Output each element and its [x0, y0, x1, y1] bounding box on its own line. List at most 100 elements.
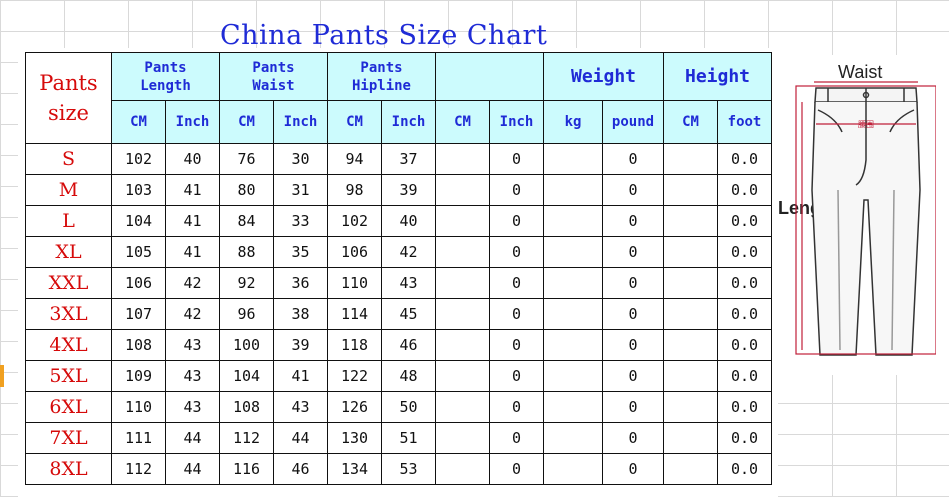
group-header-line1: Pants — [252, 59, 295, 76]
table-cell: 98 — [327, 174, 382, 206]
table-cell: 44 — [165, 422, 220, 454]
table-cell: 0 — [489, 205, 544, 237]
table-cell: 40 — [381, 205, 436, 237]
table-cell: 43 — [381, 267, 436, 299]
table-cell: 114 — [327, 298, 382, 330]
table-row: 8XL 112 44 116 46 134 53 0 0 0.0 — [25, 453, 772, 485]
table-cell: 84 — [219, 205, 274, 237]
table-cell: 0 — [489, 267, 544, 299]
table-cell — [543, 236, 603, 268]
group-header-line2: Hipline — [351, 77, 411, 94]
table-cell: 0 — [602, 267, 664, 299]
size-cell: XL — [25, 236, 112, 268]
table-row: 6XL 110 43 108 43 126 50 0 0 0.0 — [25, 391, 772, 423]
group-header-pants-hipline: Pants Hipline — [327, 52, 436, 101]
table-cell — [435, 391, 490, 423]
table-cell: 122 — [327, 360, 382, 392]
size-chart-table: Pants size Pants Length Pants Waist Pant… — [25, 52, 772, 485]
table-cell: 0 — [489, 143, 544, 175]
table-cell: 39 — [381, 174, 436, 206]
group-header-blank — [435, 52, 544, 101]
table-cell: 42 — [165, 298, 220, 330]
unit-header: CM — [219, 100, 274, 144]
table-cell — [543, 205, 603, 237]
table-cell — [663, 143, 718, 175]
table-cell: 36 — [273, 267, 328, 299]
table-cell: 0.0 — [717, 391, 772, 423]
table-cell: 0 — [489, 329, 544, 361]
table-row: 7XL 111 44 112 44 130 51 0 0 0.0 — [25, 422, 772, 454]
table-cell: 118 — [327, 329, 382, 361]
table-cell: 41 — [273, 360, 328, 392]
table-cell: 43 — [165, 391, 220, 423]
unit-header: CM — [327, 100, 382, 144]
table-cell: 35 — [273, 236, 328, 268]
table-cell: 0.0 — [717, 298, 772, 330]
table-cell — [435, 236, 490, 268]
group-header-pants-waist: Pants Waist — [219, 52, 328, 101]
size-cell: S — [25, 143, 112, 175]
table-cell: 126 — [327, 391, 382, 423]
table-cell: 104 — [111, 205, 166, 237]
unit-header: kg — [543, 100, 603, 144]
table-cell: 43 — [273, 391, 328, 423]
table-cell: 0.0 — [717, 205, 772, 237]
size-cell: L — [25, 205, 112, 237]
table-cell — [663, 422, 718, 454]
table-cell: 43 — [165, 329, 220, 361]
table-cell: 130 — [327, 422, 382, 454]
table-cell: 116 — [219, 453, 274, 485]
table-cell: 0.0 — [717, 329, 772, 361]
table-cell — [435, 422, 490, 454]
table-cell — [543, 174, 603, 206]
table-cell: 0 — [602, 298, 664, 330]
table-cell: 92 — [219, 267, 274, 299]
table-cell: 41 — [165, 174, 220, 206]
table-cell: 0 — [602, 453, 664, 485]
table-cell: 112 — [219, 422, 274, 454]
table-cell — [663, 360, 718, 392]
table-cell: 102 — [327, 205, 382, 237]
table-cell: 46 — [381, 329, 436, 361]
table-cell — [435, 453, 490, 485]
table-cell — [663, 236, 718, 268]
group-header-pants-length: Pants Length — [111, 52, 220, 101]
table-cell: 0 — [602, 329, 664, 361]
group-header-line1: Pants — [360, 59, 403, 76]
table-row: L 104 41 84 33 102 40 0 0 0.0 — [25, 205, 772, 237]
table-cell — [435, 174, 490, 206]
table-cell: 42 — [165, 267, 220, 299]
table-cell — [543, 329, 603, 361]
table-cell: 102 — [111, 143, 166, 175]
table-cell: 30 — [273, 143, 328, 175]
table-cell: 100 — [219, 329, 274, 361]
unit-header: Inch — [273, 100, 328, 144]
table-cell: 110 — [327, 267, 382, 299]
unit-header: Inch — [381, 100, 436, 144]
table-cell: 44 — [273, 422, 328, 454]
table-cell — [543, 422, 603, 454]
table-cell: 107 — [111, 298, 166, 330]
size-cell: 8XL — [25, 453, 112, 485]
table-row: S 102 40 76 30 94 37 0 0 0.0 — [25, 143, 772, 175]
table-cell: 96 — [219, 298, 274, 330]
table-cell — [543, 298, 603, 330]
table-row: 4XL 108 43 100 39 118 46 0 0 0.0 — [25, 329, 772, 361]
group-header-line2: Length — [140, 77, 191, 94]
table-cell: 0 — [602, 143, 664, 175]
table-cell: 0 — [602, 236, 664, 268]
table-cell: 0.0 — [717, 267, 772, 299]
table-cell: 0 — [489, 453, 544, 485]
unit-header: pound — [602, 100, 664, 144]
table-cell: 50 — [381, 391, 436, 423]
table-cell: 0 — [489, 422, 544, 454]
table-cell: 46 — [273, 453, 328, 485]
waist-band-label: 腰围 — [858, 120, 874, 129]
table-row: 3XL 107 42 96 38 114 45 0 0 0.0 — [25, 298, 772, 330]
table-cell: 104 — [219, 360, 274, 392]
table-cell: 41 — [165, 205, 220, 237]
table-cell — [543, 143, 603, 175]
size-header-line1: Pants — [39, 71, 98, 95]
table-cell: 112 — [111, 453, 166, 485]
unit-header: CM — [111, 100, 166, 144]
